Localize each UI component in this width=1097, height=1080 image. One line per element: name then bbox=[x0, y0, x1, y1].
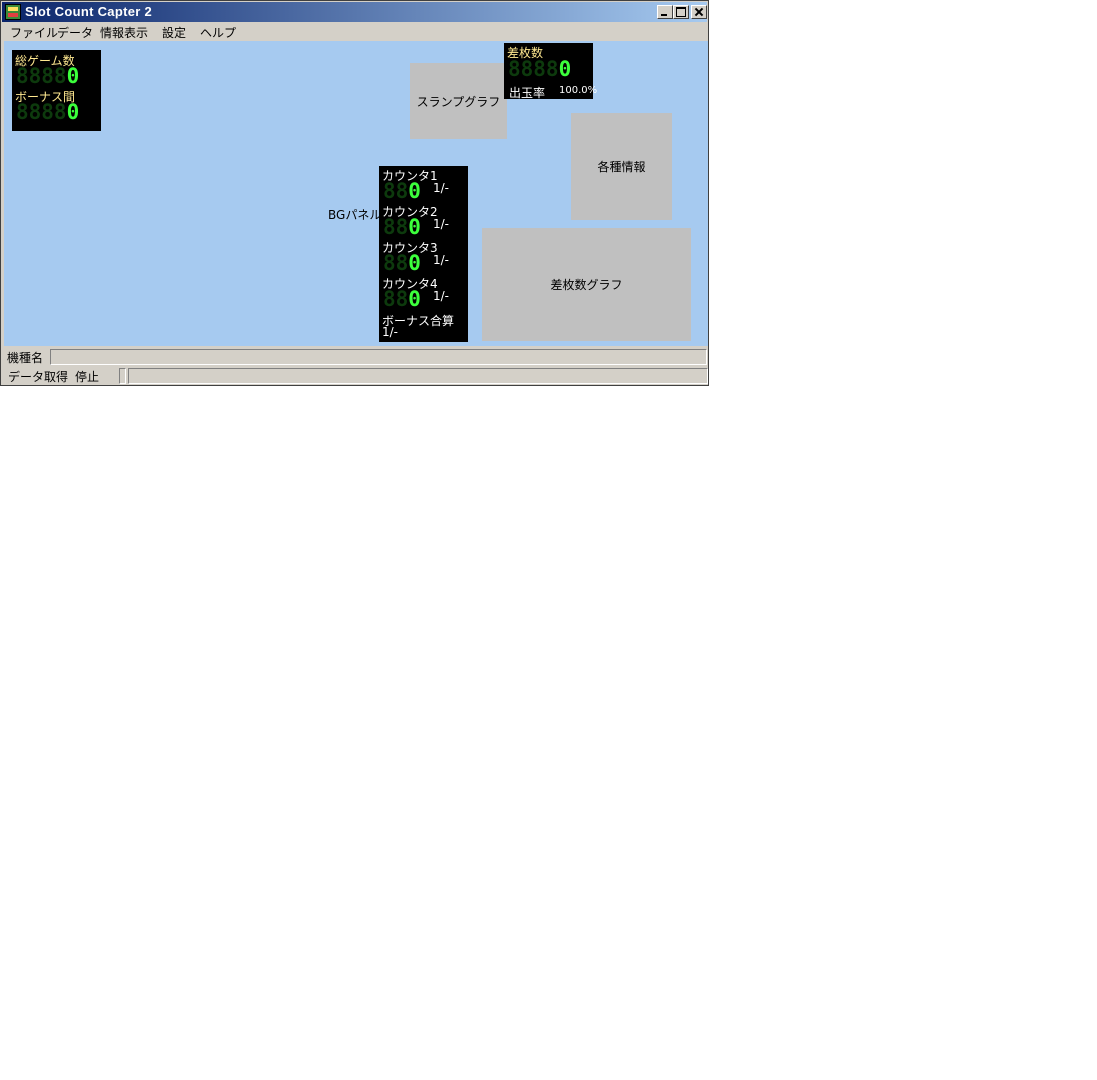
status-divider bbox=[119, 368, 126, 384]
games-panel: 総ゲーム数 88880 ボーナス間 88880 bbox=[12, 50, 101, 131]
model-field bbox=[50, 349, 707, 365]
app-icon[interactable] bbox=[5, 4, 21, 20]
info-panel[interactable]: 各種情報 bbox=[571, 113, 672, 220]
counter-3-ratio: 1/- bbox=[433, 253, 450, 267]
counter-2-display: 880 bbox=[383, 217, 421, 238]
menu-info-display[interactable]: 情報表示 bbox=[100, 23, 148, 42]
minimize-button[interactable] bbox=[657, 5, 673, 19]
close-button[interactable] bbox=[691, 5, 707, 19]
data-acquire-label: データ取得 bbox=[8, 370, 69, 384]
window-title: Slot Count Capter 2 bbox=[25, 4, 153, 19]
menu-bar: ファイル データ 情報表示 設定 ヘルプ bbox=[2, 22, 707, 41]
counter-2-ratio: 1/- bbox=[433, 217, 450, 231]
counter-3-value: 0 bbox=[408, 251, 421, 275]
maximize-button[interactable] bbox=[673, 5, 689, 19]
diff-graph-label: 差枚数グラフ bbox=[550, 278, 623, 292]
data-status-row: データ取得 停止 bbox=[2, 366, 708, 385]
slump-graph-label: スランプグラフ bbox=[416, 94, 501, 109]
counter-4-value: 0 bbox=[408, 287, 421, 311]
bonus-interval-dim: 8888 bbox=[16, 100, 67, 124]
menu-data[interactable]: データ bbox=[57, 23, 93, 42]
diff-dim: 8888 bbox=[508, 57, 559, 81]
total-games-display: 88880 bbox=[16, 66, 79, 87]
total-games-dim: 8888 bbox=[16, 64, 67, 88]
client-area: 総ゲーム数 88880 ボーナス間 88880 スランプグラフ 差枚数 8888… bbox=[4, 41, 708, 346]
counter-3-dim: 88 bbox=[383, 251, 409, 275]
counter-1-value: 0 bbox=[408, 179, 421, 203]
diff-display: 88880 bbox=[508, 59, 571, 80]
diff-value: 0 bbox=[558, 57, 572, 81]
payout-value: 100.0% bbox=[559, 85, 598, 96]
slump-graph[interactable]: スランプグラフ bbox=[410, 63, 507, 139]
menu-settings[interactable]: 設定 bbox=[162, 23, 186, 42]
menu-help[interactable]: ヘルプ bbox=[200, 23, 236, 42]
counter-1-display: 880 bbox=[383, 181, 421, 202]
bg-panel-label: BGパネル bbox=[328, 208, 382, 222]
counter-2-value: 0 bbox=[408, 215, 421, 239]
main-window: Slot Count Capter 2 ファイル データ 情報表示 設定 ヘルプ… bbox=[0, 0, 709, 386]
menu-file[interactable]: ファイル bbox=[10, 23, 58, 42]
counter-1-dim: 88 bbox=[383, 179, 409, 203]
data-acquire-state: 停止 bbox=[75, 370, 100, 384]
counter-4-ratio: 1/- bbox=[433, 289, 450, 303]
counter-3-display: 880 bbox=[383, 253, 421, 274]
diff-graph[interactable]: 差枚数グラフ bbox=[482, 228, 691, 341]
status-field bbox=[128, 368, 708, 384]
total-games-value: 0 bbox=[66, 64, 80, 88]
counter-1-ratio: 1/- bbox=[433, 181, 450, 195]
title-bar[interactable]: Slot Count Capter 2 bbox=[2, 2, 707, 22]
info-label: 各種情報 bbox=[597, 160, 646, 174]
bonus-total-ratio: 1/- bbox=[382, 325, 399, 339]
model-status-row: 機種名 bbox=[2, 347, 707, 366]
diff-panel: 差枚数 88880 出玉率 100.0% bbox=[504, 43, 597, 100]
payout-label: 出玉率 bbox=[509, 86, 546, 100]
bonus-interval-value: 0 bbox=[66, 100, 80, 124]
counter-panel: カウンタ1 880 1/- カウンタ2 880 1/- カウンタ3 880 1/… bbox=[379, 166, 468, 342]
counter-4-display: 880 bbox=[383, 289, 421, 310]
model-label: 機種名 bbox=[7, 351, 44, 365]
counter-4-dim: 88 bbox=[383, 287, 409, 311]
counter-2-dim: 88 bbox=[383, 215, 409, 239]
bonus-interval-display: 88880 bbox=[16, 102, 79, 123]
